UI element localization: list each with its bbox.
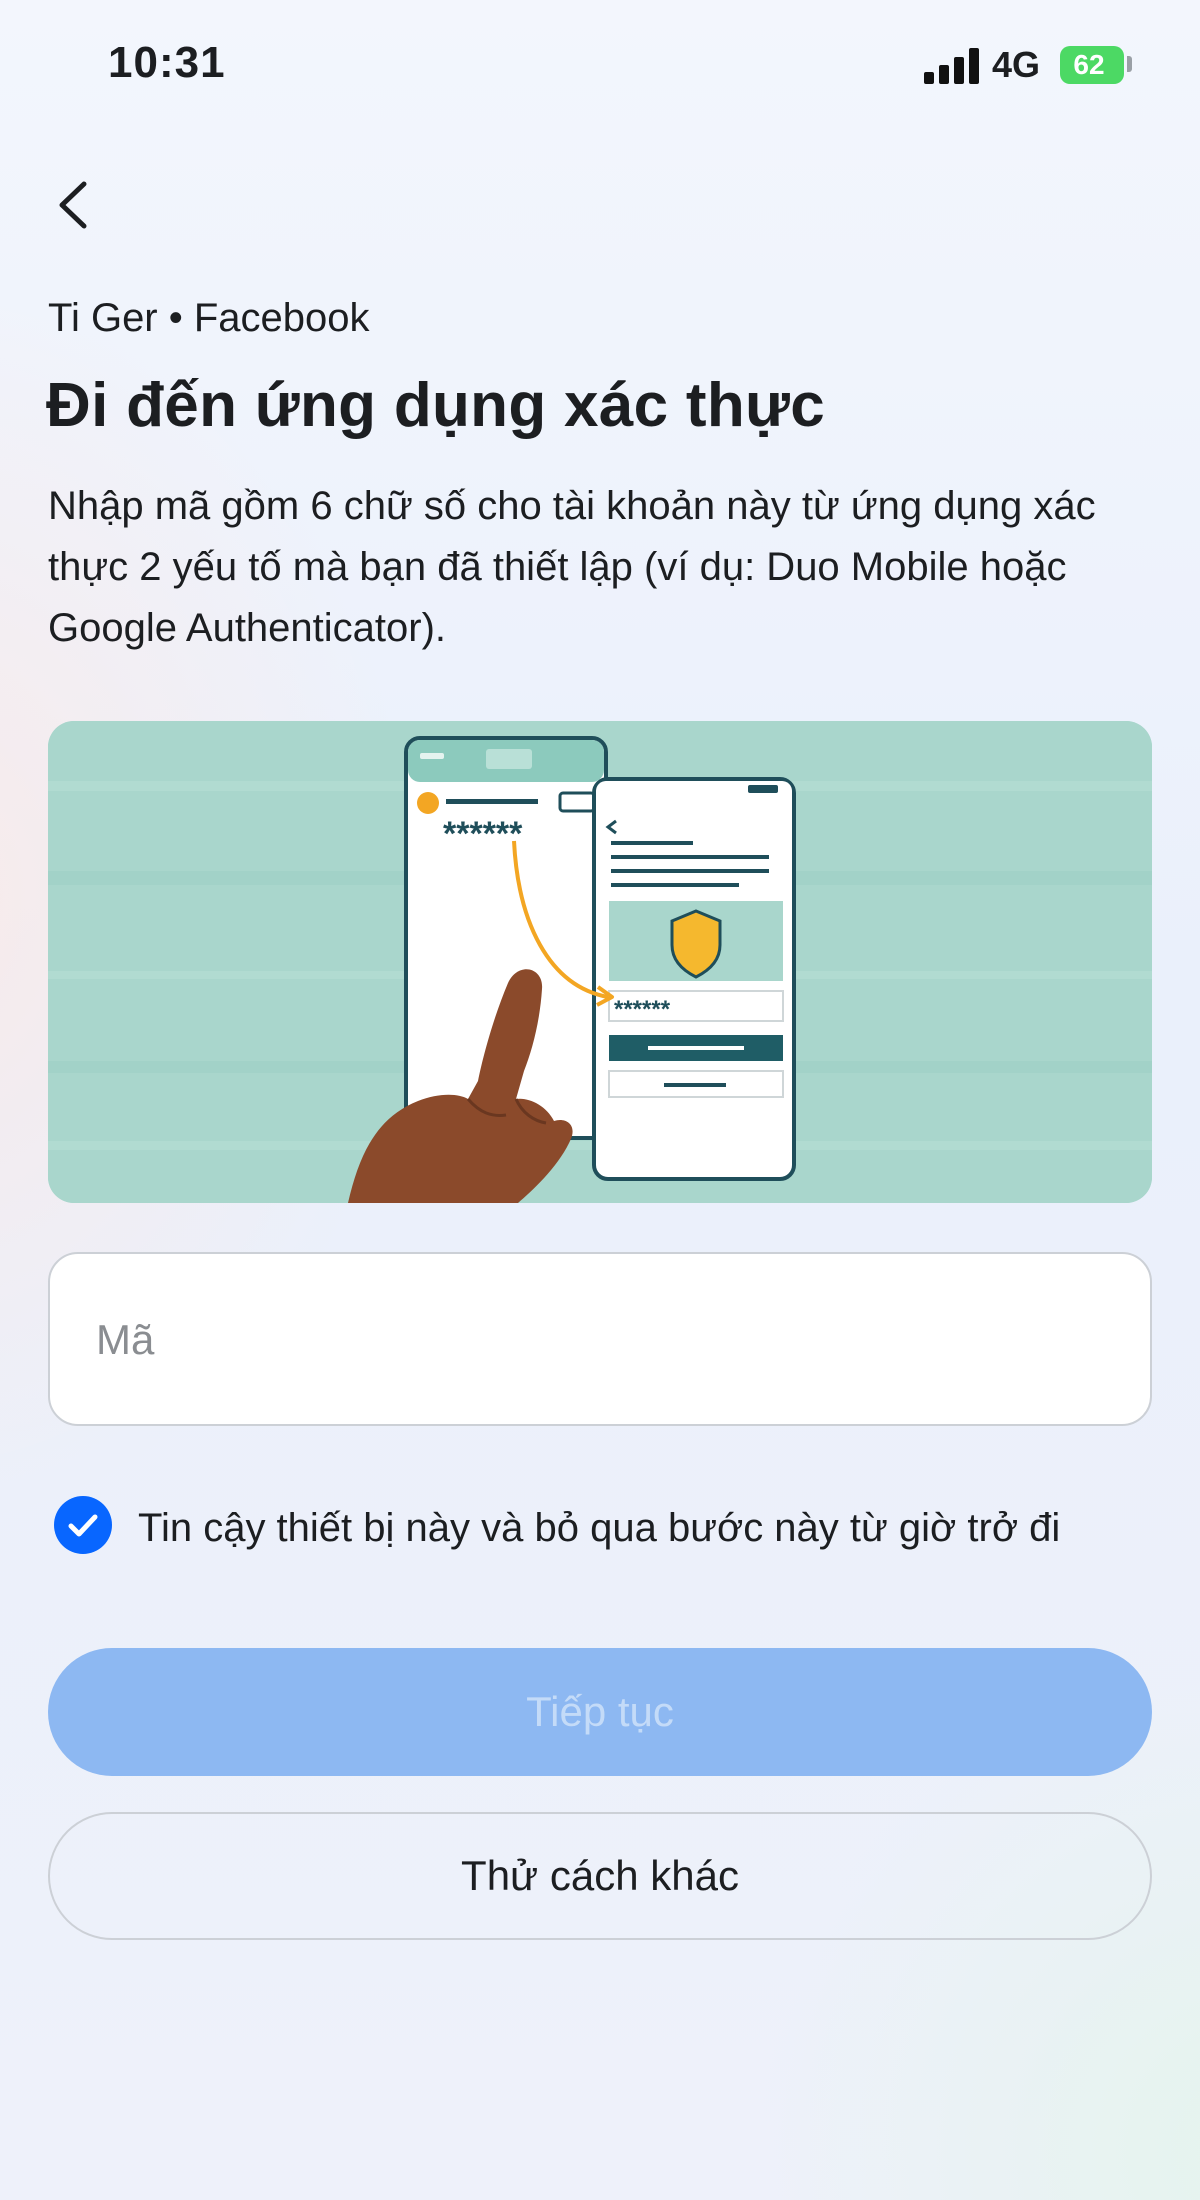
back-button[interactable] [46, 170, 106, 240]
code-field[interactable] [48, 1252, 1152, 1426]
masked-code-right: ****** [614, 996, 671, 1023]
status-bar: 10:31 4G 62 [0, 0, 1200, 130]
network-type: 4G [992, 44, 1041, 85]
battery-level: 62 [1073, 49, 1105, 80]
continue-button[interactable]: Tiếp tục [48, 1648, 1152, 1776]
authenticator-illustration: ****** ****** [48, 721, 1152, 1203]
battery-icon: 62 [1060, 46, 1124, 84]
trust-device-label[interactable]: Tin cậy thiết bị này và bỏ qua bước này … [138, 1498, 1168, 1558]
code-input[interactable] [94, 1254, 1098, 1426]
chevron-left-icon [59, 181, 87, 229]
signal-icon [924, 48, 980, 84]
try-another-way-button[interactable]: Thử cách khác [48, 1812, 1152, 1940]
trust-device-checkbox[interactable] [54, 1496, 112, 1554]
status-time: 10:31 [108, 38, 226, 87]
masked-code-left: ****** [443, 815, 523, 853]
account-label: Ti Ger • Facebook [48, 296, 370, 340]
checkmark-icon [68, 1514, 98, 1537]
battery-cap [1127, 56, 1132, 72]
right-phone-graphic: ****** [592, 777, 796, 1181]
page-title: Đi đến ứng dụng xác thực [46, 371, 826, 440]
page-description: Nhập mã gồm 6 chữ số cho tài khoản này t… [48, 484, 1096, 650]
